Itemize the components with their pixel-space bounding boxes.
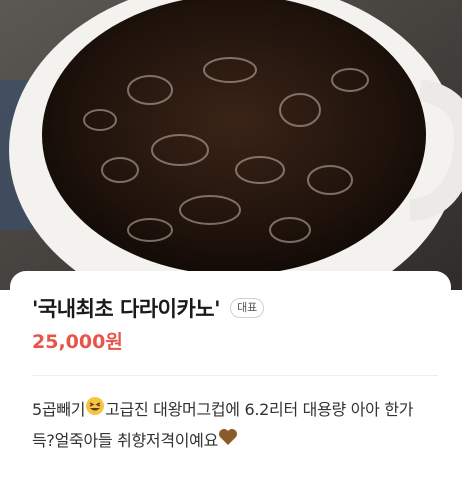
representative-badge: 대표: [230, 298, 265, 318]
laughing-squint-face-icon: [85, 396, 105, 426]
divider: [32, 375, 438, 376]
menu-price: 25,000원: [32, 331, 123, 353]
menu-photo[interactable]: [0, 0, 462, 290]
brown-heart-icon: [218, 426, 238, 456]
iced-coffee-image: [0, 0, 462, 290]
menu-info-card: '국내최초 다라이카노' 대표 25,000원 5곱빼기 고급진 대왕머그컵에 6…: [10, 271, 451, 481]
menu-description: 5곱빼기 고급진 대왕머그컵에 6.2리터 대용량 아아 한가득?얼죽아들 취향저…: [32, 395, 432, 456]
description-text-1: 5곱빼기: [32, 400, 86, 419]
title-row: '국내최초 다라이카노' 대표: [32, 293, 265, 323]
menu-title: '국내최초 다라이카노': [32, 297, 221, 321]
